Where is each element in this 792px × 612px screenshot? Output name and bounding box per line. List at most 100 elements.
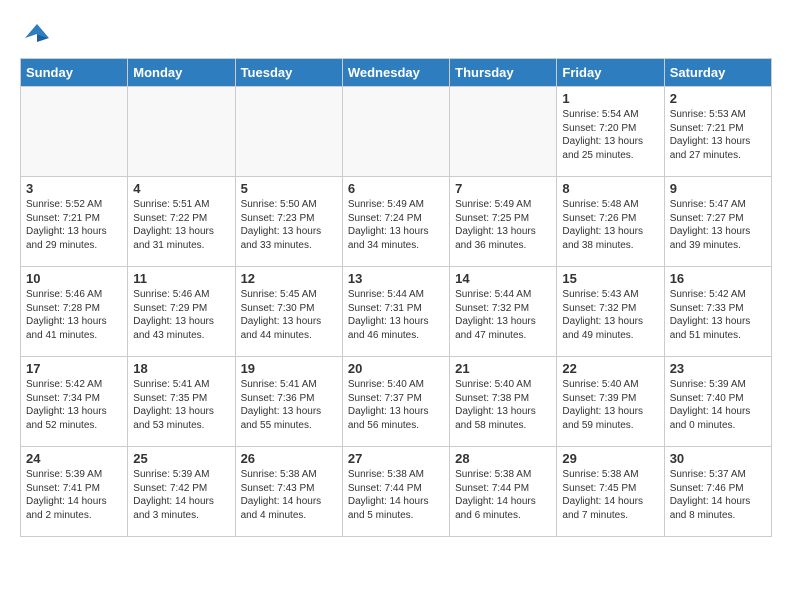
day-info: Sunrise: 5:37 AMSunset: 7:46 PMDaylight:…	[670, 468, 766, 522]
day-number: 27	[348, 451, 444, 466]
day-number: 22	[562, 361, 658, 376]
day-info: Sunrise: 5:39 AMSunset: 7:42 PMDaylight:…	[133, 468, 229, 522]
day-info: Sunrise: 5:47 AMSunset: 7:27 PMDaylight:…	[670, 198, 766, 252]
weekday-header-thursday: Thursday	[450, 59, 557, 87]
day-number: 24	[26, 451, 122, 466]
day-cell: 20Sunrise: 5:40 AMSunset: 7:37 PMDayligh…	[342, 357, 449, 447]
day-number: 5	[241, 181, 337, 196]
day-number: 14	[455, 271, 551, 286]
day-info: Sunrise: 5:40 AMSunset: 7:38 PMDaylight:…	[455, 378, 551, 432]
day-info: Sunrise: 5:50 AMSunset: 7:23 PMDaylight:…	[241, 198, 337, 252]
day-cell: 22 Sunrise: 5:40 AMSunset: 7:39 PMDayligh…	[557, 357, 664, 447]
day-number: 7	[455, 181, 551, 196]
day-info: Sunrise: 5:38 AMSunset: 7:44 PMDaylight:…	[348, 468, 444, 522]
calendar: SundayMondayTuesdayWednesdayThursdayFrid…	[20, 58, 772, 537]
day-cell	[450, 87, 557, 177]
day-cell: 7 Sunrise: 5:49 AMSunset: 7:25 PMDaylight…	[450, 177, 557, 267]
day-cell	[21, 87, 128, 177]
day-cell: 3Sunrise: 5:52 AMSunset: 7:21 PMDaylight…	[21, 177, 128, 267]
day-info: Sunrise: 5:49 AMSunset: 7:24 PMDaylight:…	[348, 198, 444, 252]
day-info: Sunrise: 5:40 AMSunset: 7:39 PMDaylight:…	[562, 378, 658, 432]
day-number: 1	[562, 91, 658, 106]
day-cell: 13Sunrise: 5:44 AMSunset: 7:31 PMDayligh…	[342, 267, 449, 357]
day-number: 23	[670, 361, 766, 376]
weekday-header-friday: Friday	[557, 59, 664, 87]
weekday-header-saturday: Saturday	[664, 59, 771, 87]
day-cell: 17 Sunrise: 5:42 AMSunset: 7:34 PMDayligh…	[21, 357, 128, 447]
logo	[20, 20, 51, 48]
day-info: Sunrise: 5:38 AMSunset: 7:44 PMDaylight:…	[455, 468, 551, 522]
logo-bird-icon	[23, 20, 51, 48]
day-number: 13	[348, 271, 444, 286]
day-number: 17	[26, 361, 122, 376]
day-cell: 24 Sunrise: 5:39 AMSunset: 7:41 PMDayligh…	[21, 447, 128, 537]
weekday-header-wednesday: Wednesday	[342, 59, 449, 87]
day-cell: 8 Sunrise: 5:48 AMSunset: 7:26 PMDaylight…	[557, 177, 664, 267]
day-number: 18	[133, 361, 229, 376]
day-info: Sunrise: 5:38 AMSunset: 7:43 PMDaylight:…	[241, 468, 337, 522]
day-cell: 27 Sunrise: 5:38 AMSunset: 7:44 PMDayligh…	[342, 447, 449, 537]
day-cell: 2 Sunrise: 5:53 AMSunset: 7:21 PMDaylight…	[664, 87, 771, 177]
day-cell: 5 Sunrise: 5:50 AMSunset: 7:23 PMDaylight…	[235, 177, 342, 267]
day-info: Sunrise: 5:42 AMSunset: 7:34 PMDaylight:…	[26, 378, 122, 432]
day-number: 10	[26, 271, 122, 286]
day-cell: 18 Sunrise: 5:41 AMSunset: 7:35 PMDayligh…	[128, 357, 235, 447]
day-info: Sunrise: 5:46 AMSunset: 7:28 PMDaylight:…	[26, 288, 122, 342]
day-cell: 9 Sunrise: 5:47 AMSunset: 7:27 PMDaylight…	[664, 177, 771, 267]
day-info: Sunrise: 5:45 AMSunset: 7:30 PMDaylight:…	[241, 288, 337, 342]
header	[20, 20, 772, 48]
day-info: Sunrise: 5:39 AMSunset: 7:40 PMDaylight:…	[670, 378, 766, 432]
day-number: 3	[26, 181, 122, 196]
day-cell	[128, 87, 235, 177]
day-number: 30	[670, 451, 766, 466]
day-number: 6	[348, 181, 444, 196]
weekday-header-monday: Monday	[128, 59, 235, 87]
day-info: Sunrise: 5:51 AMSunset: 7:22 PMDaylight:…	[133, 198, 229, 252]
day-info: Sunrise: 5:53 AMSunset: 7:21 PMDaylight:…	[670, 108, 766, 162]
day-info: Sunrise: 5:43 AMSunset: 7:32 PMDaylight:…	[562, 288, 658, 342]
day-number: 19	[241, 361, 337, 376]
day-cell: 6 Sunrise: 5:49 AMSunset: 7:24 PMDaylight…	[342, 177, 449, 267]
day-number: 15	[562, 271, 658, 286]
day-cell: 10 Sunrise: 5:46 AMSunset: 7:28 PMDayligh…	[21, 267, 128, 357]
day-number: 2	[670, 91, 766, 106]
day-info: Sunrise: 5:41 AMSunset: 7:35 PMDaylight:…	[133, 378, 229, 432]
day-cell	[235, 87, 342, 177]
day-number: 25	[133, 451, 229, 466]
day-number: 8	[562, 181, 658, 196]
day-info: Sunrise: 5:42 AMSunset: 7:33 PMDaylight:…	[670, 288, 766, 342]
day-cell: 11 Sunrise: 5:46 AMSunset: 7:29 PMDayligh…	[128, 267, 235, 357]
day-number: 26	[241, 451, 337, 466]
day-info: Sunrise: 5:41 AMSunset: 7:36 PMDaylight:…	[241, 378, 337, 432]
day-info: Sunrise: 5:40 AMSunset: 7:37 PMDaylight:…	[348, 378, 444, 432]
day-cell: 25 Sunrise: 5:39 AMSunset: 7:42 PMDayligh…	[128, 447, 235, 537]
day-cell: 26 Sunrise: 5:38 AMSunset: 7:43 PMDayligh…	[235, 447, 342, 537]
day-info: Sunrise: 5:39 AMSunset: 7:41 PMDaylight:…	[26, 468, 122, 522]
day-number: 9	[670, 181, 766, 196]
day-number: 21	[455, 361, 551, 376]
week-row-1: 1 Sunrise: 5:54 AMSunset: 7:20 PMDaylight…	[21, 87, 772, 177]
day-cell: 28 Sunrise: 5:38 AMSunset: 7:44 PMDayligh…	[450, 447, 557, 537]
week-row-2: 3Sunrise: 5:52 AMSunset: 7:21 PMDaylight…	[21, 177, 772, 267]
day-cell: 16 Sunrise: 5:42 AMSunset: 7:33 PMDayligh…	[664, 267, 771, 357]
day-cell: 4Sunrise: 5:51 AMSunset: 7:22 PMDaylight…	[128, 177, 235, 267]
week-row-3: 10 Sunrise: 5:46 AMSunset: 7:28 PMDayligh…	[21, 267, 772, 357]
week-row-5: 24 Sunrise: 5:39 AMSunset: 7:41 PMDayligh…	[21, 447, 772, 537]
day-number: 16	[670, 271, 766, 286]
day-cell: 15 Sunrise: 5:43 AMSunset: 7:32 PMDayligh…	[557, 267, 664, 357]
day-number: 29	[562, 451, 658, 466]
day-cell: 29Sunrise: 5:38 AMSunset: 7:45 PMDayligh…	[557, 447, 664, 537]
day-number: 28	[455, 451, 551, 466]
week-row-4: 17 Sunrise: 5:42 AMSunset: 7:34 PMDayligh…	[21, 357, 772, 447]
day-info: Sunrise: 5:46 AMSunset: 7:29 PMDaylight:…	[133, 288, 229, 342]
day-info: Sunrise: 5:48 AMSunset: 7:26 PMDaylight:…	[562, 198, 658, 252]
day-number: 12	[241, 271, 337, 286]
day-cell: 30 Sunrise: 5:37 AMSunset: 7:46 PMDayligh…	[664, 447, 771, 537]
day-number: 11	[133, 271, 229, 286]
day-cell: 21 Sunrise: 5:40 AMSunset: 7:38 PMDayligh…	[450, 357, 557, 447]
day-info: Sunrise: 5:44 AMSunset: 7:32 PMDaylight:…	[455, 288, 551, 342]
day-info: Sunrise: 5:54 AMSunset: 7:20 PMDaylight:…	[562, 108, 658, 162]
day-cell: 12 Sunrise: 5:45 AMSunset: 7:30 PMDayligh…	[235, 267, 342, 357]
weekday-header-row: SundayMondayTuesdayWednesdayThursdayFrid…	[21, 59, 772, 87]
day-info: Sunrise: 5:49 AMSunset: 7:25 PMDaylight:…	[455, 198, 551, 252]
